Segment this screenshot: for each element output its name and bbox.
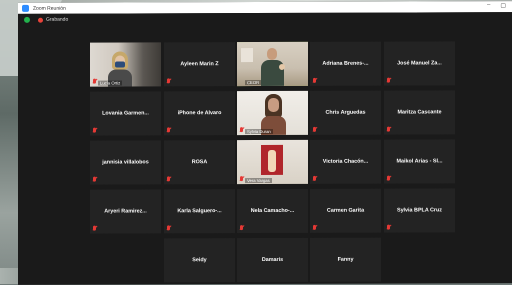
video-sign	[241, 48, 253, 63]
participant-tile[interactable]: Seidy	[164, 238, 235, 283]
muted-mic-icon	[312, 176, 317, 182]
participant-name: Maritza Cascante	[397, 109, 442, 116]
participant-name: Sylvia BPLA Cruz	[396, 207, 443, 214]
participant-tile[interactable]: Sylvia BPLA Cruz	[384, 188, 455, 233]
participant-name: Karla Salguero-...	[177, 208, 222, 215]
muted-mic-icon	[386, 176, 391, 182]
video-mask	[115, 61, 125, 68]
muted-mic-icon	[166, 225, 171, 231]
participant-name-label: Sylvia Duran	[245, 128, 273, 135]
participant-name-label: Vera Vargas	[245, 177, 272, 184]
participant-name: ROSA	[191, 159, 208, 166]
participant-tile[interactable]: Maritza Cascante	[384, 90, 455, 135]
participant-name: José Manuel Za...	[397, 60, 442, 67]
maximize-button[interactable]: ▢	[500, 2, 506, 9]
participant-tile[interactable]: Carmen Garita	[310, 188, 381, 233]
muted-mic-icon	[312, 225, 317, 231]
muted-mic-icon	[92, 128, 97, 134]
participant-name: jannisia villalobos	[102, 159, 149, 166]
participant-tile[interactable]: Chris Arguedas	[310, 90, 381, 135]
window-controls: – ▢	[487, 2, 506, 9]
video-face	[268, 97, 279, 112]
participant-tile[interactable]: Lucía Ortiz	[90, 42, 161, 87]
participant-name: Fanny	[337, 256, 354, 263]
recording-label: Grabando	[46, 16, 69, 23]
participant-tile[interactable]: CEOR	[237, 41, 308, 87]
participant-name: Chris Arguedas	[325, 109, 366, 116]
participant-tile[interactable]: Adriana Brenes-...	[310, 41, 381, 86]
participant-name: Damaris	[261, 256, 284, 264]
video-figure	[268, 149, 276, 172]
participant-name-label: Lucía Ortiz	[98, 80, 123, 86]
security-shield-icon[interactable]	[24, 16, 30, 23]
muted-mic-icon	[166, 78, 171, 84]
muted-mic-icon	[312, 127, 317, 133]
window-title: Zoom Reunión	[33, 5, 66, 12]
muted-mic-icon	[92, 226, 97, 232]
participant-tile[interactable]: ROSA	[164, 140, 235, 185]
muted-mic-icon	[386, 225, 391, 231]
participant-name: Adriana Brenes-...	[322, 60, 369, 67]
muted-mic-icon	[166, 127, 171, 133]
participant-tile[interactable]: Nela Camacho-...	[237, 188, 308, 234]
participant-name: iPhone de Alvaro	[177, 110, 222, 117]
participant-tile[interactable]: Lovania Garmen...	[90, 91, 161, 136]
participant-name: Lovania Garmen...	[102, 110, 149, 117]
participant-name: Victoria Chacón...	[322, 158, 369, 165]
video-hand	[279, 63, 285, 70]
participant-tile[interactable]: Victoria Chacón...	[310, 139, 381, 184]
muted-mic-icon	[239, 127, 244, 133]
muted-mic-icon	[386, 127, 391, 133]
participant-name: Maikol Arias - Sl...	[396, 158, 443, 165]
participant-tile[interactable]: Damaris	[237, 237, 308, 283]
participant-name: Carmen Garita	[326, 207, 365, 214]
zoom-app-icon	[22, 4, 29, 12]
participant-tile[interactable]: iPhone de Alvaro	[164, 91, 235, 136]
zoom-meeting-window: Zoom Reunión – ▢ Grabando Lucía Ortiz Ayl…	[18, 1, 512, 285]
participant-tile[interactable]: Karla Salguero-...	[164, 189, 235, 234]
recording-dot-icon	[38, 17, 43, 23]
meeting-toolbar: Grabando	[18, 12, 512, 26]
participant-tile[interactable]: Sylvia Duran	[237, 90, 308, 136]
minimize-button[interactable]: –	[487, 2, 490, 9]
participant-tile[interactable]: Fanny	[310, 237, 381, 282]
participant-tile[interactable]: Ayleen Marin Z	[164, 42, 235, 87]
muted-mic-icon	[92, 177, 97, 183]
participant-tile[interactable]: José Manuel Za...	[384, 41, 455, 86]
muted-mic-icon	[92, 79, 97, 85]
participant-tile[interactable]: Maikol Arias - Sl...	[384, 139, 455, 184]
participant-name-label: CEOR	[245, 80, 262, 86]
participant-tile[interactable]: Vera Vargas	[237, 139, 308, 185]
participant-tile[interactable]: jannisia villalobos	[90, 140, 161, 185]
muted-mic-icon	[239, 225, 244, 231]
participant-tile[interactable]: Aryeri Ramirez...	[90, 189, 161, 234]
video-head	[267, 47, 277, 60]
muted-mic-icon	[312, 78, 317, 84]
muted-mic-icon	[386, 78, 391, 84]
participant-name: Ayleen Marin Z	[180, 61, 219, 68]
participant-name: Aryeri Ramirez...	[104, 208, 147, 215]
muted-mic-icon	[239, 176, 244, 182]
participant-name: Nela Camacho-...	[250, 207, 295, 215]
muted-mic-icon	[166, 176, 171, 182]
participant-name: Seidy	[192, 257, 207, 264]
